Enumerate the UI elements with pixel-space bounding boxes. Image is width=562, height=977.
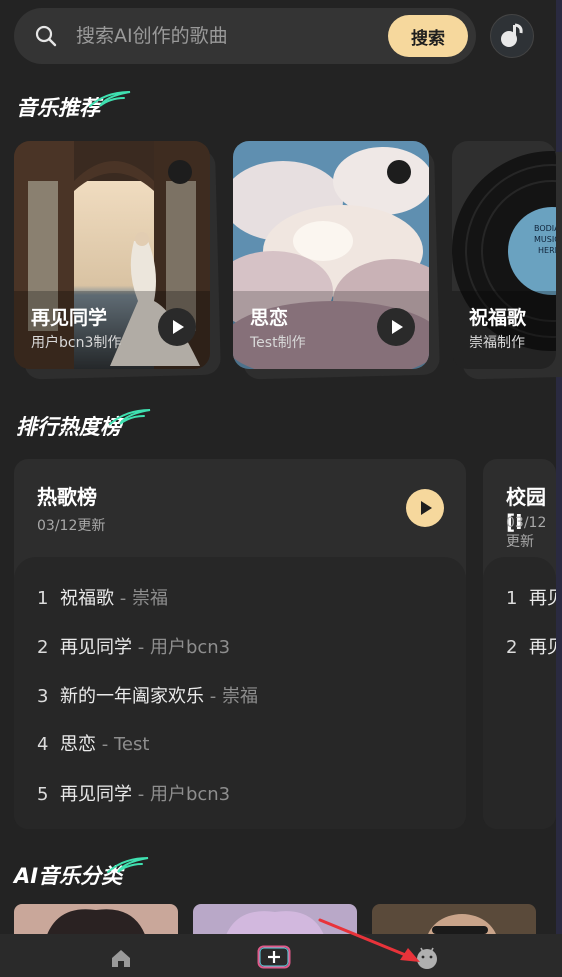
ranking-title: 热歌榜 xyxy=(37,485,97,509)
rank-number: 5 xyxy=(37,784,49,805)
search-icon xyxy=(35,25,57,47)
vinyl-label-text: HERE xyxy=(538,246,556,255)
song-title: 祝福歌 xyxy=(60,588,114,609)
card-title: 再见同学 xyxy=(31,307,108,329)
song-title: 新的一年阖家欢乐 xyxy=(60,686,204,707)
play-icon xyxy=(173,320,184,334)
play-icon xyxy=(421,501,432,515)
card-subtitle: 崇福制作 xyxy=(469,335,525,351)
play-button[interactable] xyxy=(377,308,415,346)
list-item[interactable]: 1 再见 xyxy=(506,584,556,610)
song-title: 再见同学 xyxy=(60,784,132,805)
rank-number: 4 xyxy=(37,734,49,755)
play-button[interactable] xyxy=(406,489,444,527)
rank-number: 1 xyxy=(506,588,518,609)
rank-number: 1 xyxy=(37,588,49,609)
cover-dot xyxy=(168,160,192,184)
rank-number: 2 xyxy=(37,637,49,658)
list-item[interactable]: 2 再见同学 - 用户bcn3 xyxy=(37,633,230,659)
list-item[interactable]: 4 思恋 - Test xyxy=(37,730,149,756)
add-icon[interactable] xyxy=(257,945,291,969)
artist-name: - 用户bcn3 xyxy=(137,637,231,658)
recommend-card[interactable]: 思恋 Test制作 xyxy=(233,141,429,369)
song-title: 思恋 xyxy=(60,734,96,755)
song-title: 再见 xyxy=(529,588,556,609)
artist-name: - Test xyxy=(101,734,150,755)
card-subtitle: Test制作 xyxy=(250,335,306,351)
ranking-date: 03/12更新 xyxy=(37,518,106,534)
list-item[interactable]: 1 祝福歌 - 崇福 xyxy=(37,584,168,610)
swoosh-decoration xyxy=(107,857,149,873)
search-bar[interactable]: 搜索AI创作的歌曲 搜索 xyxy=(14,8,476,64)
cover-dot xyxy=(387,160,411,184)
artist-name: - 崇福 xyxy=(209,686,258,707)
play-button[interactable] xyxy=(158,308,196,346)
song-title: 再见 xyxy=(529,637,556,658)
list-item[interactable]: 5 再见同学 - 用户bcn3 xyxy=(37,780,230,806)
list-item[interactable]: 3 新的一年阖家欢乐 - 崇福 xyxy=(37,682,258,708)
home-icon[interactable] xyxy=(110,948,132,968)
recommend-card[interactable]: BODIA MUSIC HERE 祝福歌 崇福制作 xyxy=(452,141,556,369)
rank-number: 2 xyxy=(506,637,518,658)
ranking-card[interactable]: 热歌榜 03/12更新 1 祝福歌 - 崇福 2 再见同学 - 用户bcn3 3 新的… xyxy=(14,459,466,829)
annotation-arrow xyxy=(318,918,420,962)
card-title: 思恋 xyxy=(250,307,289,329)
ranking-date: 03/12更新 xyxy=(506,515,547,550)
song-title: 再见同学 xyxy=(60,637,132,658)
ranking-list: 1 再见 2 再见 xyxy=(483,557,556,829)
ranking-list: 1 祝福歌 - 崇福 2 再见同学 - 用户bcn3 3 新的一年阖家欢乐 - 崇福 … xyxy=(14,557,466,829)
search-input[interactable]: 搜索AI创作的歌曲 xyxy=(76,24,228,48)
recommend-card[interactable]: 再见同学 用户bcn3制作 xyxy=(14,141,210,369)
window-edge xyxy=(556,0,562,977)
artist-name: - 用户bcn3 xyxy=(137,784,231,805)
bottom-nav xyxy=(0,934,562,977)
card-subtitle: 用户bcn3制作 xyxy=(31,335,122,351)
vinyl-label-text: BODIA xyxy=(534,224,556,233)
ranking-card[interactable]: 校园[I 03/12更新 1再见 2再见 xyxy=(483,459,556,829)
search-button[interactable]: 搜索 xyxy=(388,15,468,57)
swoosh-decoration xyxy=(89,91,131,107)
rank-number: 3 xyxy=(37,686,49,707)
play-icon xyxy=(392,320,403,334)
vinyl-label-text: MUSIC xyxy=(534,235,556,244)
swoosh-decoration xyxy=(109,409,151,425)
card-title: 祝福歌 xyxy=(469,307,527,329)
list-item[interactable]: 2 再见 xyxy=(506,633,556,659)
music-note-icon xyxy=(501,23,523,47)
avatar[interactable] xyxy=(490,14,534,58)
artist-name: - 崇福 xyxy=(119,588,168,609)
